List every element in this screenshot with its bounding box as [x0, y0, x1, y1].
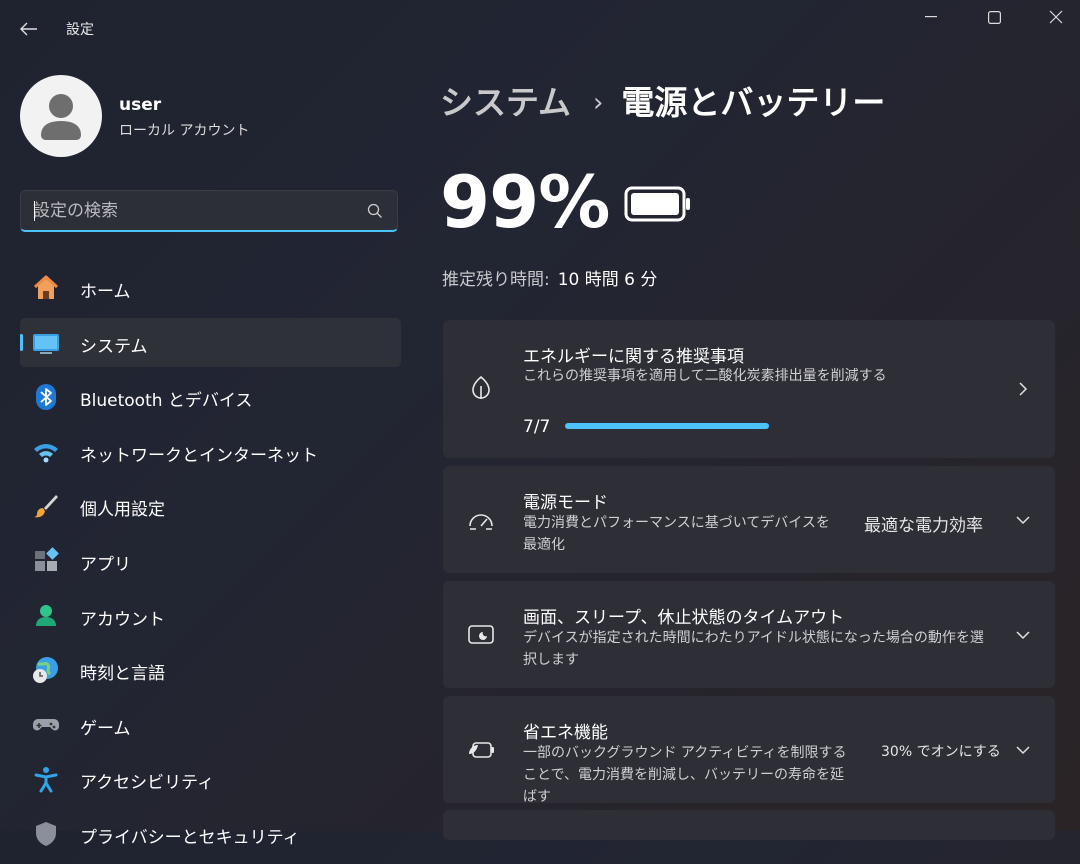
chevron-right-icon	[1015, 381, 1031, 397]
remaining-label: 推定残り時間:	[442, 270, 550, 290]
arrow-left-icon	[20, 22, 37, 36]
sidebar-item-network[interactable]: ネットワークとインターネット	[20, 427, 401, 476]
card-title: 電源モード	[523, 493, 608, 513]
sidebar-item-accounts[interactable]: アカウント	[20, 591, 401, 640]
sidebar-item-label: ネットワークとインターネット	[80, 445, 318, 466]
active-indicator	[20, 333, 23, 351]
card-description: 電力消費とパフォーマンスに基づいてデバイスを最適化	[523, 515, 830, 553]
sidebar-item-label: アカウント	[80, 609, 165, 630]
account-icon	[32, 602, 60, 630]
bluetooth-icon	[32, 383, 60, 411]
estimated-remaining-time: 推定残り時間: 10 時間 6 分	[442, 265, 657, 290]
energy-saver-dropdown[interactable]: 30% でオンにする	[881, 741, 1001, 761]
breadcrumb-separator: ›	[593, 88, 604, 118]
brush-icon	[32, 492, 60, 520]
sidebar-item-label: ゲーム	[80, 718, 131, 739]
sidebar-item-accessibility[interactable]: アクセシビリティ	[20, 754, 401, 803]
card-description: デバイスが指定された時間にわたりアイドル状態になった場合の動作を選択します	[523, 630, 984, 668]
gamepad-icon	[32, 711, 60, 739]
battery-percentage: 99%	[440, 160, 610, 244]
shield-icon	[32, 820, 60, 848]
sidebar-item-gaming[interactable]: ゲーム	[20, 700, 401, 749]
sidebar-item-system[interactable]: システム	[20, 317, 401, 367]
sidebar-item-label: アプリ	[80, 554, 131, 575]
card-title: 省エネ機能	[523, 723, 608, 743]
gauge-icon	[467, 506, 495, 534]
sidebar-item-label: Bluetooth とデバイス	[80, 391, 253, 412]
sidebar-nav: ホーム システム Bluetooth とデバイス ネットワークとインターネット …	[20, 263, 401, 864]
card-description: 一部のバックグラウンド アクティビティを制限することで、電力消費を削減し、バッテ…	[523, 745, 847, 805]
progress-fill	[565, 423, 769, 429]
battery-saver-icon	[467, 736, 495, 764]
globe-clock-icon	[32, 656, 60, 684]
sidebar-item-label: プライバシーとセキュリティ	[80, 827, 300, 848]
apps-icon	[32, 547, 60, 575]
power-mode-dropdown[interactable]: 最適な電力効率	[864, 511, 983, 536]
system-icon	[32, 329, 60, 357]
sidebar-item-label: 時刻と言語	[80, 664, 165, 685]
card-description: これらの推奨事項を適用して二酸化炭素排出量を削減する	[523, 368, 887, 384]
account-type: ローカル アカウント	[119, 123, 250, 139]
battery-icon	[624, 186, 690, 222]
sidebar-item-personalization[interactable]: 個人用設定	[20, 481, 401, 530]
power-mode-card[interactable]: 電源モード 電力消費とパフォーマンスに基づいてデバイスを最適化 最適な電力効率	[443, 466, 1055, 573]
minimize-icon	[925, 16, 937, 18]
next-settings-card[interactable]	[443, 810, 1055, 840]
accessibility-icon	[32, 765, 60, 793]
chevron-down-icon[interactable]	[1015, 742, 1031, 758]
app-title: 設定	[66, 22, 94, 38]
sidebar-item-label: ホーム	[80, 282, 131, 302]
user-name: user	[119, 95, 162, 115]
user-avatar-icon	[41, 94, 81, 140]
avatar	[20, 75, 102, 157]
sidebar-item-apps[interactable]: アプリ	[20, 536, 401, 585]
sidebar-item-bluetooth[interactable]: Bluetooth とデバイス	[20, 372, 401, 421]
search-box[interactable]	[20, 190, 398, 232]
sidebar-item-privacy[interactable]: プライバシーとセキュリティ	[20, 809, 401, 858]
page-title: 電源とバッテリー	[621, 83, 886, 122]
search-icon[interactable]	[367, 203, 383, 219]
screen-sleep-icon	[467, 621, 495, 649]
sidebar-item-label: アクセシビリティ	[80, 773, 215, 794]
close-button[interactable]	[1025, 0, 1080, 34]
title-bar: 設定	[0, 0, 1080, 56]
sidebar-item-home[interactable]: ホーム	[20, 263, 401, 312]
leaf-icon	[467, 374, 495, 402]
sidebar-item-time-language[interactable]: 時刻と言語	[20, 645, 401, 694]
wifi-icon	[32, 438, 60, 466]
sidebar-item-label: 個人用設定	[80, 500, 165, 521]
search-input[interactable]	[33, 198, 353, 224]
recommendations-progress-bar	[565, 423, 769, 429]
card-title: エネルギーに関する推奨事項	[523, 347, 744, 367]
sidebar-item-label: システム	[80, 336, 148, 357]
close-icon	[1049, 10, 1063, 24]
user-profile[interactable]: user ローカル アカウント	[20, 75, 400, 157]
minimize-button[interactable]	[900, 0, 962, 34]
maximize-icon	[987, 10, 1001, 24]
card-title: 画面、スリープ、休止状態のタイムアウト	[523, 608, 845, 628]
chevron-down-icon[interactable]	[1015, 512, 1031, 528]
screen-sleep-timeout-card[interactable]: 画面、スリープ、休止状態のタイムアウト デバイスが指定された時間にわたりアイドル…	[443, 581, 1055, 688]
back-button[interactable]	[14, 14, 44, 44]
energy-recommendations-card[interactable]: エネルギーに関する推奨事項 これらの推奨事項を適用して二酸化炭素排出量を削減する…	[443, 320, 1055, 458]
home-icon	[32, 274, 60, 302]
remaining-value: 10 時間 6 分	[557, 270, 658, 290]
breadcrumb-parent[interactable]: システム	[440, 83, 571, 122]
energy-saver-card[interactable]: 省エネ機能 一部のバックグラウンド アクティビティを制限することで、電力消費を削…	[443, 696, 1055, 805]
breadcrumb: システム › 電源とバッテリー	[440, 76, 885, 124]
text-caret	[34, 201, 35, 221]
recommendations-count: 7/7	[523, 417, 551, 437]
chevron-down-icon[interactable]	[1015, 627, 1031, 643]
maximize-button[interactable]	[963, 0, 1025, 34]
